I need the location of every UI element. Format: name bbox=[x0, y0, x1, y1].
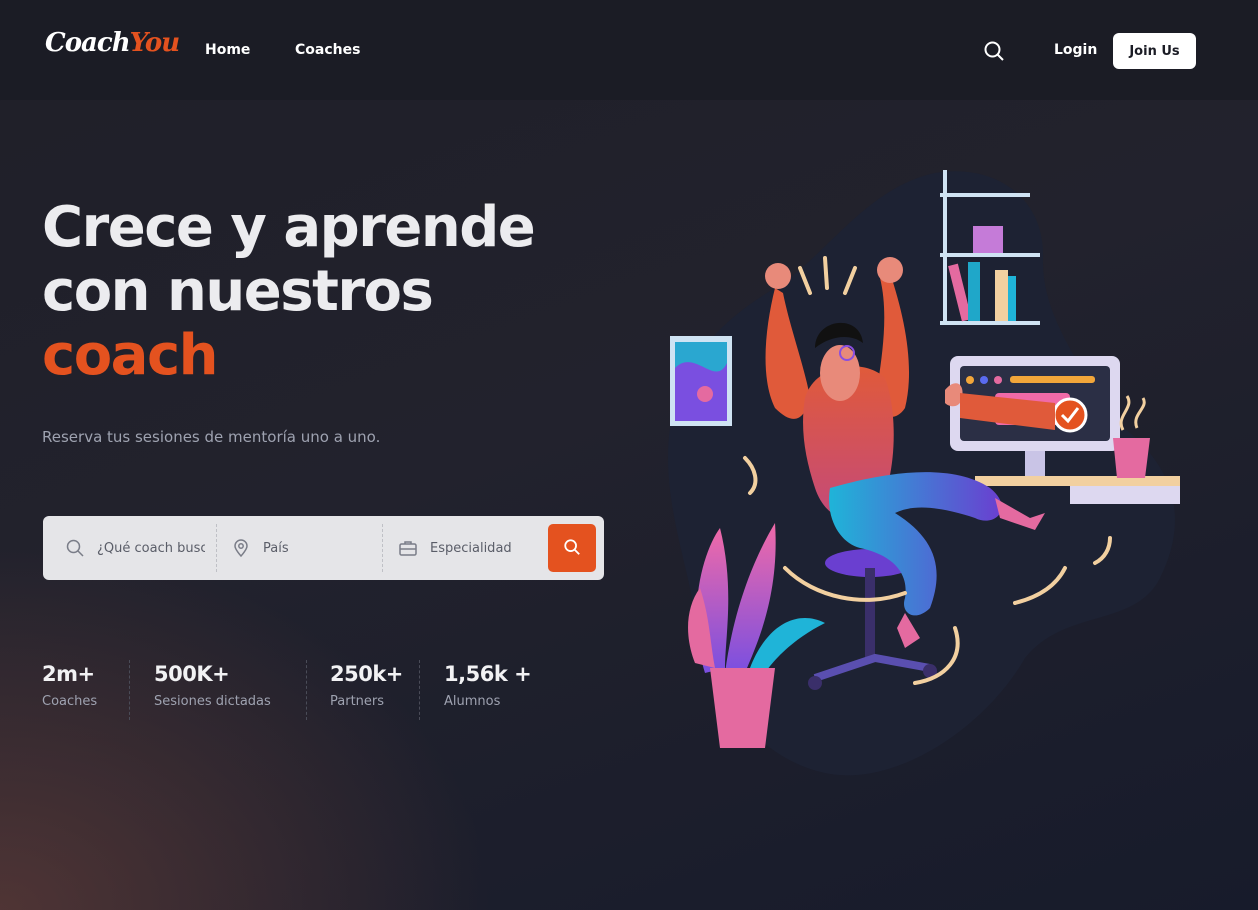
stat-value: 1,56k + bbox=[444, 662, 532, 686]
specialty-input[interactable] bbox=[430, 540, 538, 556]
join-us-button[interactable]: Join Us bbox=[1113, 33, 1196, 69]
nav-link-home[interactable]: Home bbox=[205, 42, 250, 58]
nav-link-coaches[interactable]: Coaches bbox=[295, 42, 360, 58]
stat-label: Partners bbox=[330, 694, 385, 709]
country-segment bbox=[231, 524, 366, 572]
hero-title-accent: coach bbox=[42, 323, 219, 388]
search-icon bbox=[563, 538, 581, 559]
stat-sessions: 500K+ Sesiones dictadas bbox=[154, 662, 271, 709]
stat-value: 2m+ bbox=[42, 662, 95, 686]
hero-illustration bbox=[667, 170, 1180, 776]
stat-value: 500K+ bbox=[154, 662, 230, 686]
logo-text-coach: Coach bbox=[45, 28, 131, 58]
hero-title-line1: Crece y aprende bbox=[42, 195, 536, 260]
hero-subtitle: Reserva tus sesiones de mentoría uno a u… bbox=[42, 428, 381, 446]
search-divider bbox=[382, 524, 383, 572]
stat-label: Coaches bbox=[42, 694, 98, 709]
location-pin-icon bbox=[231, 538, 251, 558]
stat-value: 250k+ bbox=[330, 662, 403, 686]
coach-search-input[interactable] bbox=[97, 540, 205, 556]
stat-divider bbox=[419, 660, 420, 720]
briefcase-icon bbox=[398, 538, 418, 558]
hero-title: Crece y aprende con nuestros coach bbox=[42, 196, 602, 388]
logo-text-you: You bbox=[129, 28, 181, 58]
coach-search-bar bbox=[43, 516, 604, 580]
stat-label: Alumnos bbox=[444, 694, 501, 709]
stat-divider bbox=[306, 660, 307, 720]
wall-picture bbox=[670, 336, 732, 426]
stat-students: 1,56k + Alumnos bbox=[444, 662, 532, 709]
country-input[interactable] bbox=[263, 540, 366, 556]
specialty-segment bbox=[398, 524, 538, 572]
top-navbar: CoachYou Home Coaches Login Join Us bbox=[0, 0, 1258, 100]
search-divider bbox=[216, 524, 217, 572]
coach-search-segment bbox=[65, 524, 205, 572]
hero-title-line2: con nuestros bbox=[42, 259, 434, 324]
brand-logo[interactable]: CoachYou bbox=[45, 28, 181, 58]
search-icon bbox=[65, 538, 85, 558]
search-submit-button[interactable] bbox=[548, 524, 596, 572]
desk-computer bbox=[950, 356, 1180, 504]
stat-divider bbox=[129, 660, 130, 720]
stat-partners: 250k+ Partners bbox=[330, 662, 403, 709]
stat-label: Sesiones dictadas bbox=[154, 694, 271, 709]
stat-coaches: 2m+ Coaches bbox=[42, 662, 97, 709]
login-link[interactable]: Login bbox=[1054, 42, 1097, 58]
search-icon[interactable] bbox=[982, 39, 1006, 63]
